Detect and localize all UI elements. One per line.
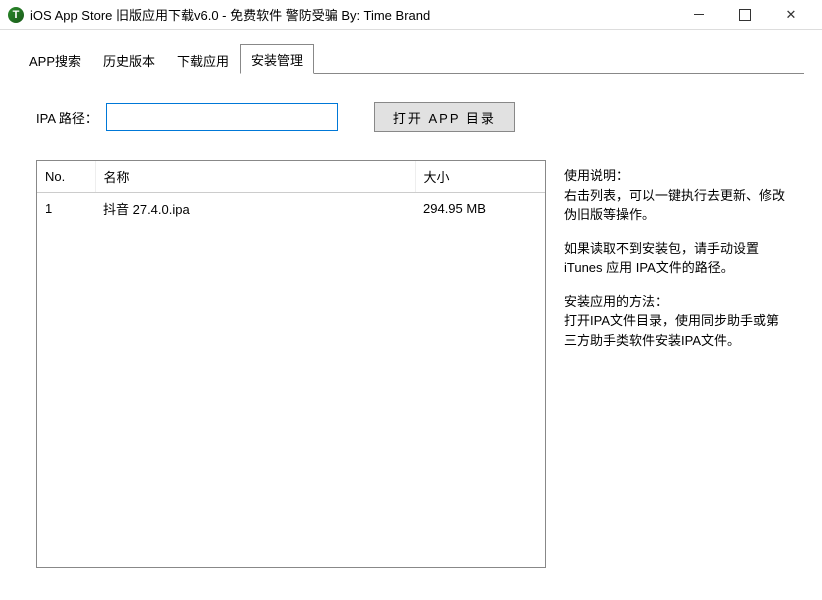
app-icon: T [8, 7, 24, 23]
table-row[interactable]: 1 抖音 27.4.0.ipa 294.95 MB [37, 193, 545, 225]
install-manage-panel: IPA 路径： 打开 APP 目录 No. 名称 大小 1 [18, 74, 804, 586]
cell-no: 1 [37, 193, 95, 225]
open-app-dir-button[interactable]: 打开 APP 目录 [374, 102, 515, 132]
ipa-path-label: IPA 路径： [36, 108, 98, 127]
tab-download-app[interactable]: 下载应用 [166, 45, 240, 74]
table-header-name[interactable]: 名称 [95, 161, 415, 193]
table-header-size[interactable]: 大小 [415, 161, 545, 193]
path-row: IPA 路径： 打开 APP 目录 [36, 102, 786, 132]
window-title: iOS App Store 旧版应用下载v6.0 - 免费软件 警防受骗 By:… [30, 5, 676, 24]
tab-app-search[interactable]: APP搜索 [18, 45, 92, 74]
minimize-button[interactable] [676, 0, 722, 30]
ipa-path-input[interactable] [106, 103, 338, 131]
cell-size: 294.95 MB [415, 193, 545, 225]
tab-history-version[interactable]: 历史版本 [92, 45, 166, 74]
help-p1: 使用说明：右击列表，可以一键执行去更新、修改伪旧版等操作。 [564, 166, 786, 225]
help-p3: 安装应用的方法：打开IPA文件目录，使用同步助手或第三方助手类软件安装IPA文件… [564, 292, 786, 351]
tab-install-manage[interactable]: 安装管理 [240, 44, 314, 74]
close-button[interactable] [768, 0, 814, 30]
maximize-button[interactable] [722, 0, 768, 30]
ipa-table[interactable]: No. 名称 大小 1 抖音 27.4.0.ipa 294.95 MB [36, 160, 546, 568]
content-area: APP搜索 历史版本 下载应用 安装管理 IPA 路径： 打开 APP 目录 N… [0, 30, 822, 586]
tabs: APP搜索 历史版本 下载应用 安装管理 [18, 48, 804, 74]
help-text: 使用说明：右击列表，可以一键执行去更新、修改伪旧版等操作。 如果读取不到安装包，… [564, 160, 786, 568]
main-row: No. 名称 大小 1 抖音 27.4.0.ipa 294.95 MB [36, 160, 786, 568]
help-p2: 如果读取不到安装包，请手动设置 iTunes 应用 IPA文件的路径。 [564, 239, 786, 278]
cell-name: 抖音 27.4.0.ipa [95, 193, 415, 225]
table-header-no[interactable]: No. [37, 161, 95, 193]
window-controls [676, 0, 814, 30]
titlebar: T iOS App Store 旧版应用下载v6.0 - 免费软件 警防受骗 B… [0, 0, 822, 30]
